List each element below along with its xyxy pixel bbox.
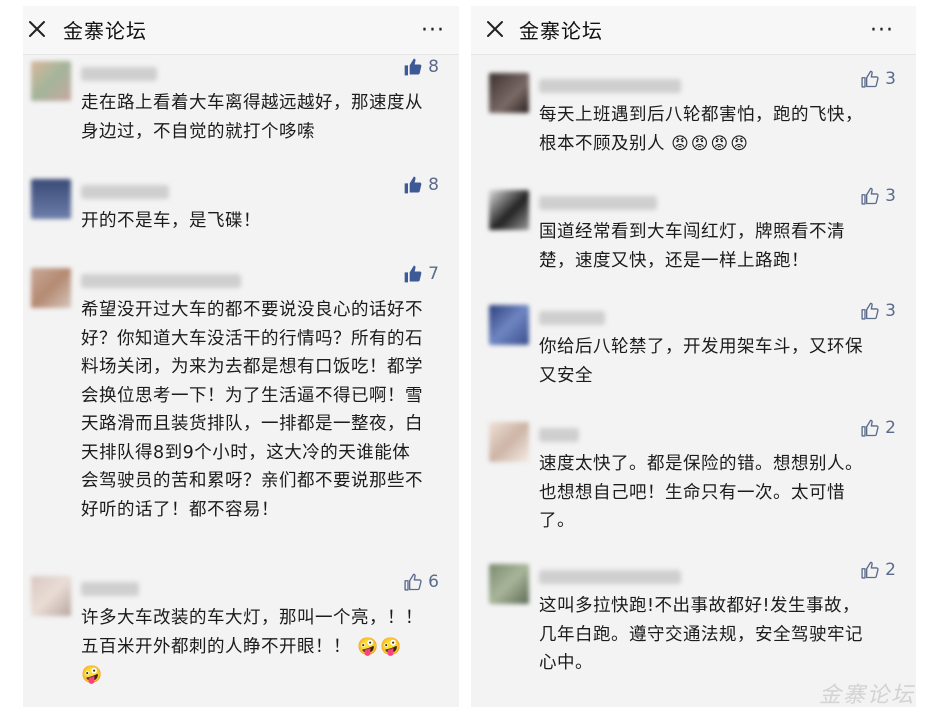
- thumbs-up-icon: [860, 301, 880, 321]
- username-blurred: [539, 196, 657, 210]
- page-title: 金寨论坛: [519, 19, 603, 43]
- more-icon[interactable]: ···: [870, 18, 894, 43]
- thumbs-up-icon: [860, 560, 880, 580]
- like-button[interactable]: 3: [860, 69, 896, 89]
- avatar: [31, 268, 71, 308]
- comment-text: 速度太快了。都是保险的错。想想别人。也想想自己吧！生命只有一次。太可惜了。: [539, 454, 863, 531]
- like-count: 3: [885, 301, 896, 321]
- panel-header: 金寨论坛 ···: [471, 6, 916, 55]
- username-blurred: [81, 67, 157, 81]
- page-title: 金寨论坛: [63, 19, 147, 43]
- like-count: 7: [428, 264, 439, 284]
- like-count: 8: [428, 57, 439, 77]
- left-forum-panel: 金寨论坛 ··· 8 走在路上看着大车离得越远越好，那速度从身边过，不自觉的就打…: [23, 6, 459, 707]
- avatar: [489, 190, 529, 230]
- comment-text: 这叫多拉快跑!不出事故都好!发生事故，几年白跑。遵守交通法规，安全驾驶牢记心中。: [539, 596, 863, 673]
- comment-text-wrapper: 每天上班遇到后八轮都害怕，跑的飞快，根本不顾及别人 😡😡😡😡: [539, 101, 876, 158]
- thumbs-up-icon: [860, 186, 880, 206]
- like-count: 6: [428, 572, 439, 592]
- like-button[interactable]: 8: [403, 175, 439, 195]
- thumbs-up-icon: [860, 418, 880, 438]
- avatar: [489, 305, 529, 345]
- username-blurred: [81, 185, 169, 199]
- like-button[interactable]: 6: [403, 572, 439, 592]
- comment-text-wrapper: 许多大车改装的车大灯，那叫一个亮，！！五百米开外都刺的人睁不开眼！！ 🤪🤪🤪: [81, 604, 425, 690]
- like-button[interactable]: 7: [403, 264, 439, 284]
- watermark-logo: 金寨论坛: [818, 683, 915, 708]
- comment-text: 走在路上看着大车离得越远越好，那速度从身边过，不自觉的就打个哆嗦: [81, 93, 423, 142]
- angry-face-emoji-icon: 😡😡😡😡: [671, 133, 750, 154]
- thumbs-up-icon: [403, 57, 423, 77]
- username-blurred: [81, 274, 241, 288]
- avatar: [31, 179, 71, 219]
- like-button[interactable]: 3: [860, 186, 896, 206]
- close-icon[interactable]: [485, 19, 505, 39]
- like-button[interactable]: 8: [403, 57, 439, 77]
- avatar: [489, 73, 529, 113]
- comment-text: 你给后八轮禁了，开发用架车斗，又环保又安全: [539, 337, 863, 386]
- thumbs-up-icon: [403, 175, 423, 195]
- username-blurred: [539, 570, 681, 584]
- panel-header: 金寨论坛 ···: [23, 6, 459, 55]
- right-forum-panel: 金寨论坛 ··· 3 每天上班遇到后八轮都害怕，跑的飞快，根本不顾及别人 😡😡😡…: [471, 6, 916, 707]
- avatar: [489, 564, 529, 604]
- comment-text: 希望没开过大车的都不要说没良心的话好不好？你知道大车没活干的行情吗？所有的石料场…: [81, 300, 423, 520]
- like-count: 3: [885, 69, 896, 89]
- avatar: [31, 576, 71, 616]
- more-icon[interactable]: ···: [421, 18, 445, 43]
- comment-text: 开的不是车，是飞碟！: [81, 211, 261, 231]
- like-count: 2: [885, 418, 896, 438]
- like-count: 3: [885, 186, 896, 206]
- thumbs-up-icon: [403, 572, 423, 592]
- username-blurred: [81, 582, 139, 596]
- thumbs-up-icon: [860, 69, 880, 89]
- like-button[interactable]: 3: [860, 301, 896, 321]
- comment-text: 国道经常看到大车闯红灯，牌照看不清楚，速度又快，还是一样上路跑！: [539, 222, 845, 271]
- username-blurred: [539, 428, 579, 442]
- username-blurred: [539, 79, 681, 93]
- like-button[interactable]: 2: [860, 418, 896, 438]
- like-count: 2: [885, 560, 896, 580]
- like-button[interactable]: 2: [860, 560, 896, 580]
- avatar: [489, 422, 529, 462]
- username-blurred: [539, 311, 605, 325]
- avatar: [31, 61, 71, 101]
- thumbs-up-icon: [403, 264, 423, 284]
- close-icon[interactable]: [27, 19, 47, 39]
- like-count: 8: [428, 175, 439, 195]
